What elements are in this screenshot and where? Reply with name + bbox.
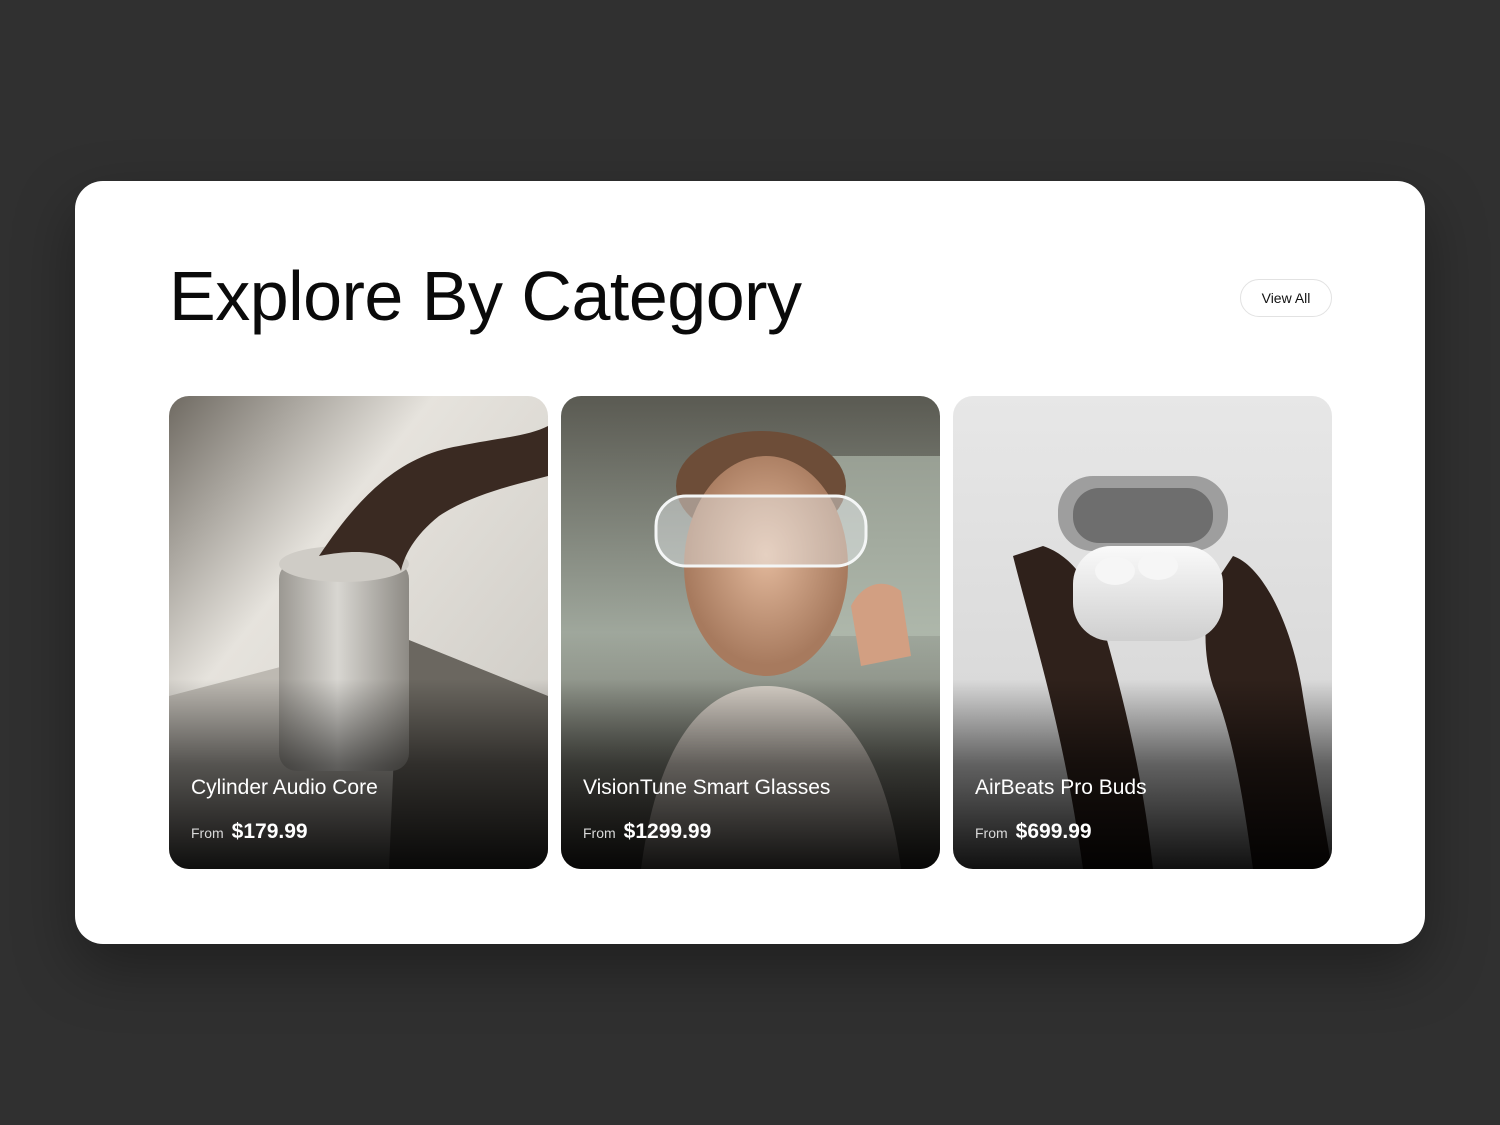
section-title: Explore By Category — [169, 257, 802, 335]
price-prefix: From — [975, 825, 1008, 841]
product-name: VisionTune Smart Glasses — [583, 776, 831, 799]
product-card-airbeats-pro-buds[interactable]: AirBeats Pro Buds From $699.99 — [953, 396, 1332, 869]
product-price-row: From $1299.99 — [583, 820, 711, 844]
product-name: AirBeats Pro Buds — [975, 776, 1147, 799]
price-prefix: From — [583, 825, 616, 841]
view-all-button[interactable]: View All — [1240, 279, 1332, 317]
product-price-row: From $179.99 — [191, 820, 308, 844]
product-card-visiontune-smart-glasses[interactable]: VisionTune Smart Glasses From $1299.99 — [561, 396, 940, 869]
product-price-row: From $699.99 — [975, 820, 1092, 844]
category-panel: Explore By Category View All Cylinder Au… — [75, 181, 1425, 944]
product-price: $179.99 — [231, 820, 308, 843]
price-prefix: From — [191, 825, 224, 841]
category-cards: Cylinder Audio Core From $179.99 VisionT… — [169, 396, 1332, 869]
product-name: Cylinder Audio Core — [191, 776, 378, 799]
product-price: $699.99 — [1015, 820, 1092, 843]
product-price: $1299.99 — [623, 820, 712, 843]
product-card-cylinder-audio-core[interactable]: Cylinder Audio Core From $179.99 — [169, 396, 548, 869]
